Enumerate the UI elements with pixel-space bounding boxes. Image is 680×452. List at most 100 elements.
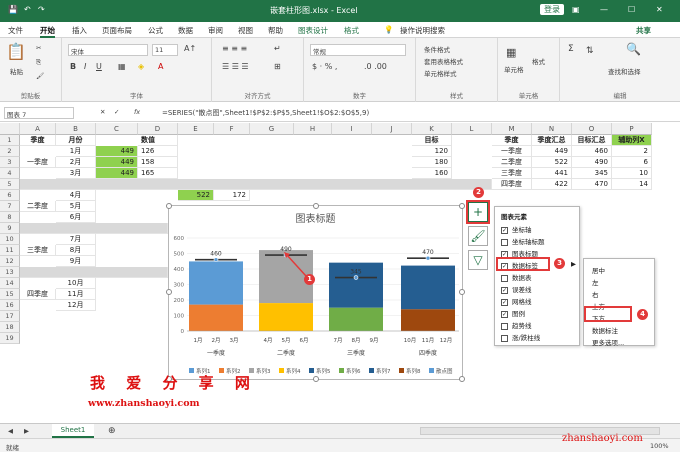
total-data-label[interactable]: 460: [210, 251, 222, 258]
chart-element-option[interactable]: 坐标轴标题: [501, 236, 545, 246]
tab-review[interactable]: 审阅: [208, 25, 223, 36]
summary-header[interactable]: 季度汇总: [532, 135, 572, 146]
legend-label[interactable]: 系列6: [346, 367, 361, 375]
y-tick-label[interactable]: 600: [174, 236, 185, 242]
cell-k3[interactable]: 180: [412, 157, 452, 168]
column-header[interactable]: B: [56, 123, 96, 135]
tab-format[interactable]: 格式: [344, 25, 359, 36]
resize-handle[interactable]: [313, 376, 319, 382]
x-month-label[interactable]: 6月: [300, 337, 309, 344]
bar-month-fill[interactable]: [401, 309, 455, 331]
total-data-label[interactable]: 470: [422, 249, 434, 256]
checkbox-icon[interactable]: [501, 322, 508, 330]
cell-k2[interactable]: 120: [412, 146, 452, 157]
fill-color-icon[interactable]: ◈: [138, 62, 144, 71]
bold-icon[interactable]: B: [70, 62, 76, 71]
x-month-label[interactable]: 2月: [212, 337, 221, 344]
summary-cell[interactable]: 二季度: [492, 157, 532, 168]
cell-b15[interactable]: 11月: [56, 289, 96, 300]
chart-filter-icon[interactable]: ▽: [468, 250, 488, 270]
cell-c4[interactable]: 449: [96, 168, 138, 179]
summary-header[interactable]: 辅助列X: [612, 135, 652, 146]
x-quarter-label[interactable]: 一季度: [207, 349, 225, 357]
tab-page-layout[interactable]: 页面布局: [102, 25, 132, 36]
x-month-label[interactable]: 7月: [334, 337, 343, 344]
summary-cell[interactable]: 四季度: [492, 179, 532, 190]
checkbox-icon[interactable]: [501, 334, 508, 342]
column-header[interactable]: C: [96, 123, 138, 135]
tab-insert[interactable]: 插入: [72, 25, 87, 36]
tab-help[interactable]: 帮助: [268, 25, 283, 36]
align-top-icon[interactable]: ≡ ≡ ≡: [222, 44, 247, 53]
column-header[interactable]: D: [138, 123, 178, 135]
name-box[interactable]: 图表 7: [4, 107, 74, 119]
find-select-button[interactable]: 查找和选择: [608, 66, 641, 76]
y-tick-label[interactable]: 300: [174, 283, 185, 289]
tab-data[interactable]: 数据: [178, 25, 193, 36]
legend-swatch[interactable]: [309, 368, 314, 373]
summary-cell[interactable]: 6: [612, 157, 652, 168]
number-format-select[interactable]: 常规: [310, 44, 406, 56]
legend-label[interactable]: 系列5: [316, 367, 331, 375]
bar-quarter-total[interactable]: [401, 265, 455, 310]
column-header[interactable]: A: [20, 123, 56, 135]
checkbox-icon[interactable]: ✓: [501, 298, 508, 306]
formula-input[interactable]: =SERIES("散点图",Sheet1!$P$2:$P$5,Sheet1!$O…: [162, 108, 369, 118]
wrap-text-icon[interactable]: ↵: [274, 44, 281, 53]
tab-file[interactable]: 文件: [8, 25, 23, 36]
summary-cell[interactable]: 470: [572, 179, 612, 190]
paste-icon[interactable]: 📋: [6, 42, 26, 61]
row-header[interactable]: 17: [0, 311, 20, 322]
checkbox-icon[interactable]: ✓: [501, 286, 508, 294]
total-data-label[interactable]: 345: [350, 269, 362, 276]
legend-swatch[interactable]: [429, 368, 434, 373]
scatter-point[interactable]: [425, 255, 431, 261]
row-header[interactable]: 3: [0, 157, 20, 168]
format-button[interactable]: 格式: [532, 56, 545, 66]
column-header[interactable]: K: [412, 123, 452, 135]
summary-header[interactable]: 季度: [492, 135, 532, 146]
confirm-formula-icon[interactable]: ✓: [114, 108, 119, 116]
align-left-icon[interactable]: ☰ ☰ ☰: [222, 62, 249, 71]
cell-e6[interactable]: 522: [178, 190, 214, 201]
format-painter-icon[interactable]: 🖌: [36, 72, 44, 80]
summary-cell[interactable]: 2: [612, 146, 652, 157]
cut-icon[interactable]: ✂: [36, 44, 41, 52]
currency-icon[interactable]: $ · % ,: [312, 62, 337, 71]
x-quarter-label[interactable]: 四季度: [419, 349, 437, 357]
legend-label[interactable]: 系列7: [376, 367, 391, 375]
underline-icon[interactable]: U: [96, 62, 102, 71]
y-tick-label[interactable]: 400: [174, 267, 185, 273]
cells-button[interactable]: 单元格: [504, 64, 524, 74]
cell-b4[interactable]: 3月: [56, 168, 96, 179]
x-month-label[interactable]: 8月: [352, 337, 361, 344]
x-month-label[interactable]: 4月: [264, 337, 273, 344]
tab-view[interactable]: 视图: [238, 25, 253, 36]
x-month-label[interactable]: 12月: [440, 337, 453, 344]
tell-me-search[interactable]: 操作说明搜索: [400, 25, 445, 36]
decimal-icon[interactable]: .0 .00: [364, 62, 387, 71]
chart-element-option[interactable]: 涨/跌柱线: [501, 332, 540, 342]
resize-handle[interactable]: [166, 203, 172, 209]
column-header[interactable]: M: [492, 123, 532, 135]
resize-handle[interactable]: [459, 203, 465, 209]
prev-sheet-icon[interactable]: ◀: [8, 427, 13, 435]
summary-cell[interactable]: 449: [532, 146, 572, 157]
cell-b11[interactable]: 8月: [56, 245, 96, 256]
x-quarter-label[interactable]: 三季度: [347, 349, 365, 357]
cell-k4[interactable]: 160: [412, 168, 452, 179]
conditional-format-button[interactable]: 条件格式: [424, 44, 450, 54]
cell-a11[interactable]: 三季度: [20, 245, 56, 256]
cell-style-button[interactable]: 单元格样式: [424, 68, 457, 78]
column-header[interactable]: N: [532, 123, 572, 135]
legend-swatch[interactable]: [369, 368, 374, 373]
font-color-icon[interactable]: A: [158, 62, 163, 71]
column-header[interactable]: J: [372, 123, 412, 135]
cell-a15[interactable]: 四季度: [20, 289, 56, 300]
row-header[interactable]: 14: [0, 278, 20, 289]
cancel-formula-icon[interactable]: ✕: [100, 108, 105, 116]
column-header[interactable]: O: [572, 123, 612, 135]
merge-icon[interactable]: ⊞: [274, 62, 281, 71]
cell-c2[interactable]: 449: [96, 146, 138, 157]
cell-d1[interactable]: 数值: [138, 135, 178, 146]
